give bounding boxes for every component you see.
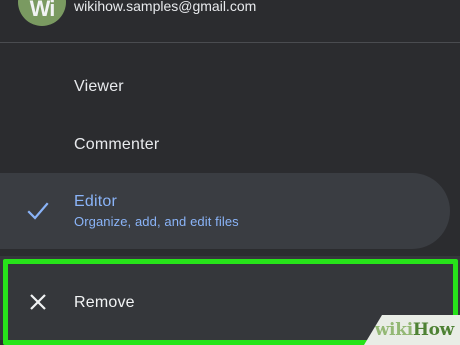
permission-menu-screen: Wi wikihow.samples@gmail.com Viewer Comm…: [0, 0, 460, 345]
editor-description: Organize, add, and edit files: [74, 214, 239, 229]
close-icon: [30, 294, 46, 310]
watermark-how: How: [412, 320, 454, 340]
editor-label: Editor: [74, 193, 117, 210]
avatar: Wi: [18, 0, 66, 26]
watermark-wiki: wiki: [374, 320, 413, 340]
watermark-logo: wikiHow: [374, 320, 455, 340]
divider: [0, 42, 460, 43]
remove-label: Remove: [74, 294, 135, 311]
avatar-initials: Wi: [29, 0, 56, 21]
check-icon: [27, 202, 49, 220]
menu-item-editor[interactable]: Editor Organize, add, and edit files: [0, 173, 450, 249]
menu-item-viewer[interactable]: Viewer: [0, 62, 460, 112]
viewer-label: Viewer: [74, 78, 124, 95]
commenter-label: Commenter: [74, 136, 160, 153]
account-row: Wi wikihow.samples@gmail.com: [0, 0, 460, 42]
account-email: wikihow.samples@gmail.com: [74, 0, 257, 14]
menu-item-commenter[interactable]: Commenter: [0, 120, 460, 170]
